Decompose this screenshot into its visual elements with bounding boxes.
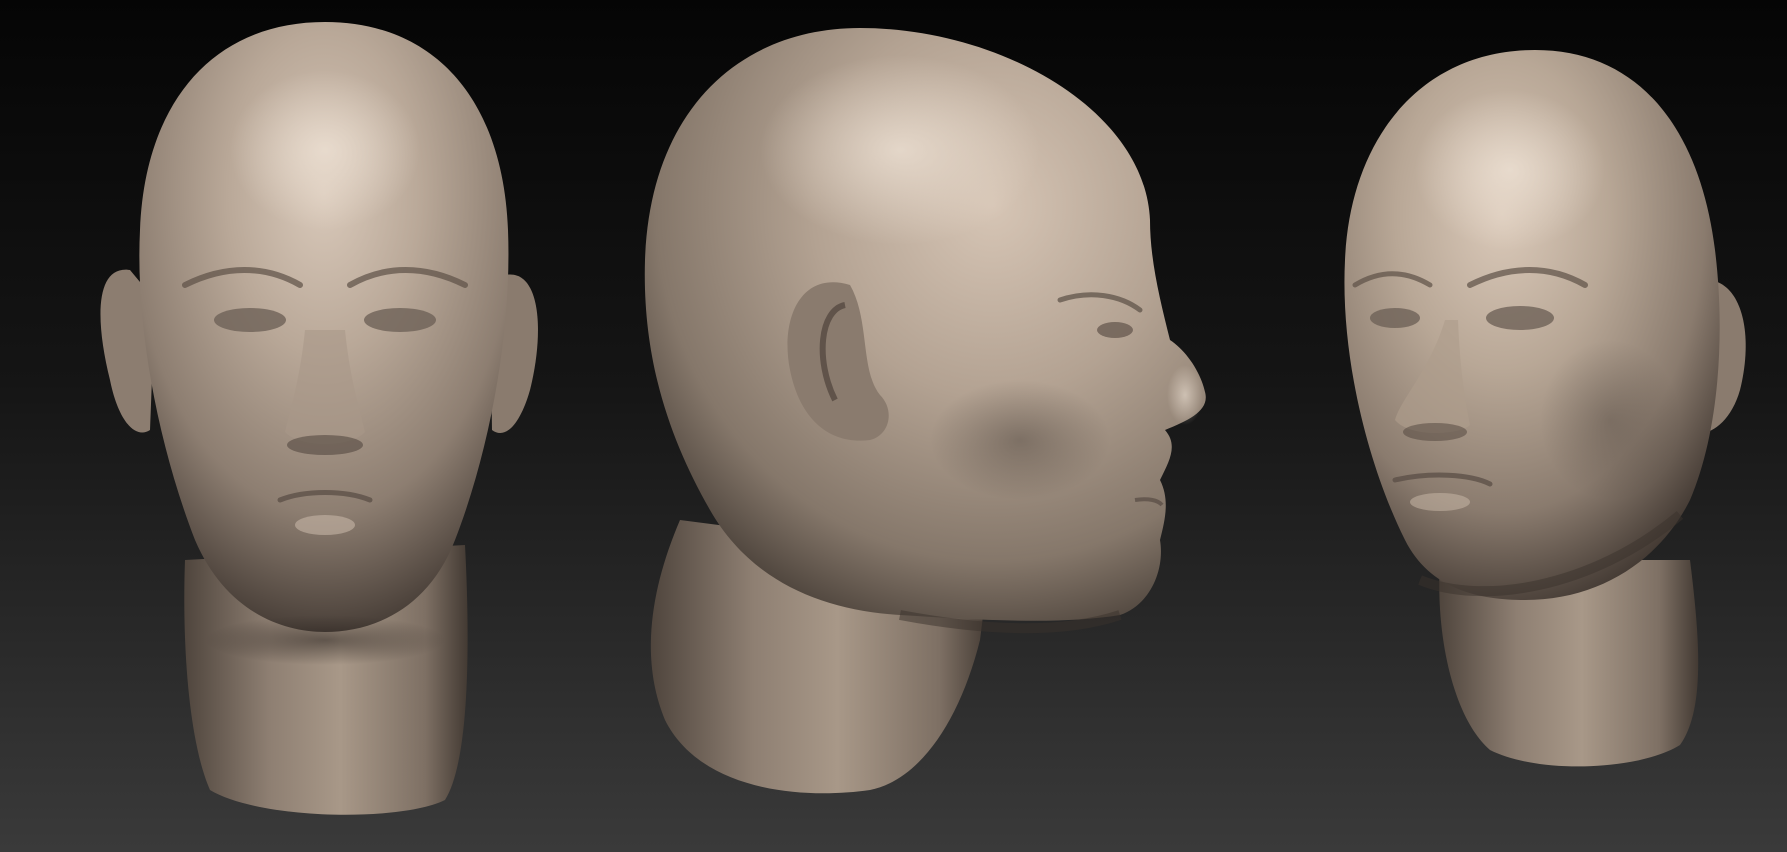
side-cheek-shadow (930, 380, 1110, 500)
front-chin-shadow (205, 615, 445, 665)
front-eye-right (364, 308, 436, 332)
front-lower-lip (295, 515, 355, 535)
front-nose-shadow (287, 435, 363, 455)
side-cranium-highlight (760, 55, 1040, 245)
side-nose (1167, 365, 1203, 425)
side-eye (1097, 322, 1133, 338)
quarter-forehead-highlight (1415, 90, 1605, 250)
front-forehead-highlight (230, 70, 420, 230)
front-eye-left (214, 308, 286, 332)
quarter-cheek-shadow (1540, 340, 1680, 500)
sculpt-render-canvas (0, 0, 1787, 852)
quarter-eye-right (1486, 306, 1554, 330)
quarter-eye-left (1370, 308, 1420, 328)
quarter-lower-lip (1410, 493, 1470, 511)
quarter-nose-shadow (1403, 423, 1467, 441)
render-viewport (0, 0, 1787, 852)
